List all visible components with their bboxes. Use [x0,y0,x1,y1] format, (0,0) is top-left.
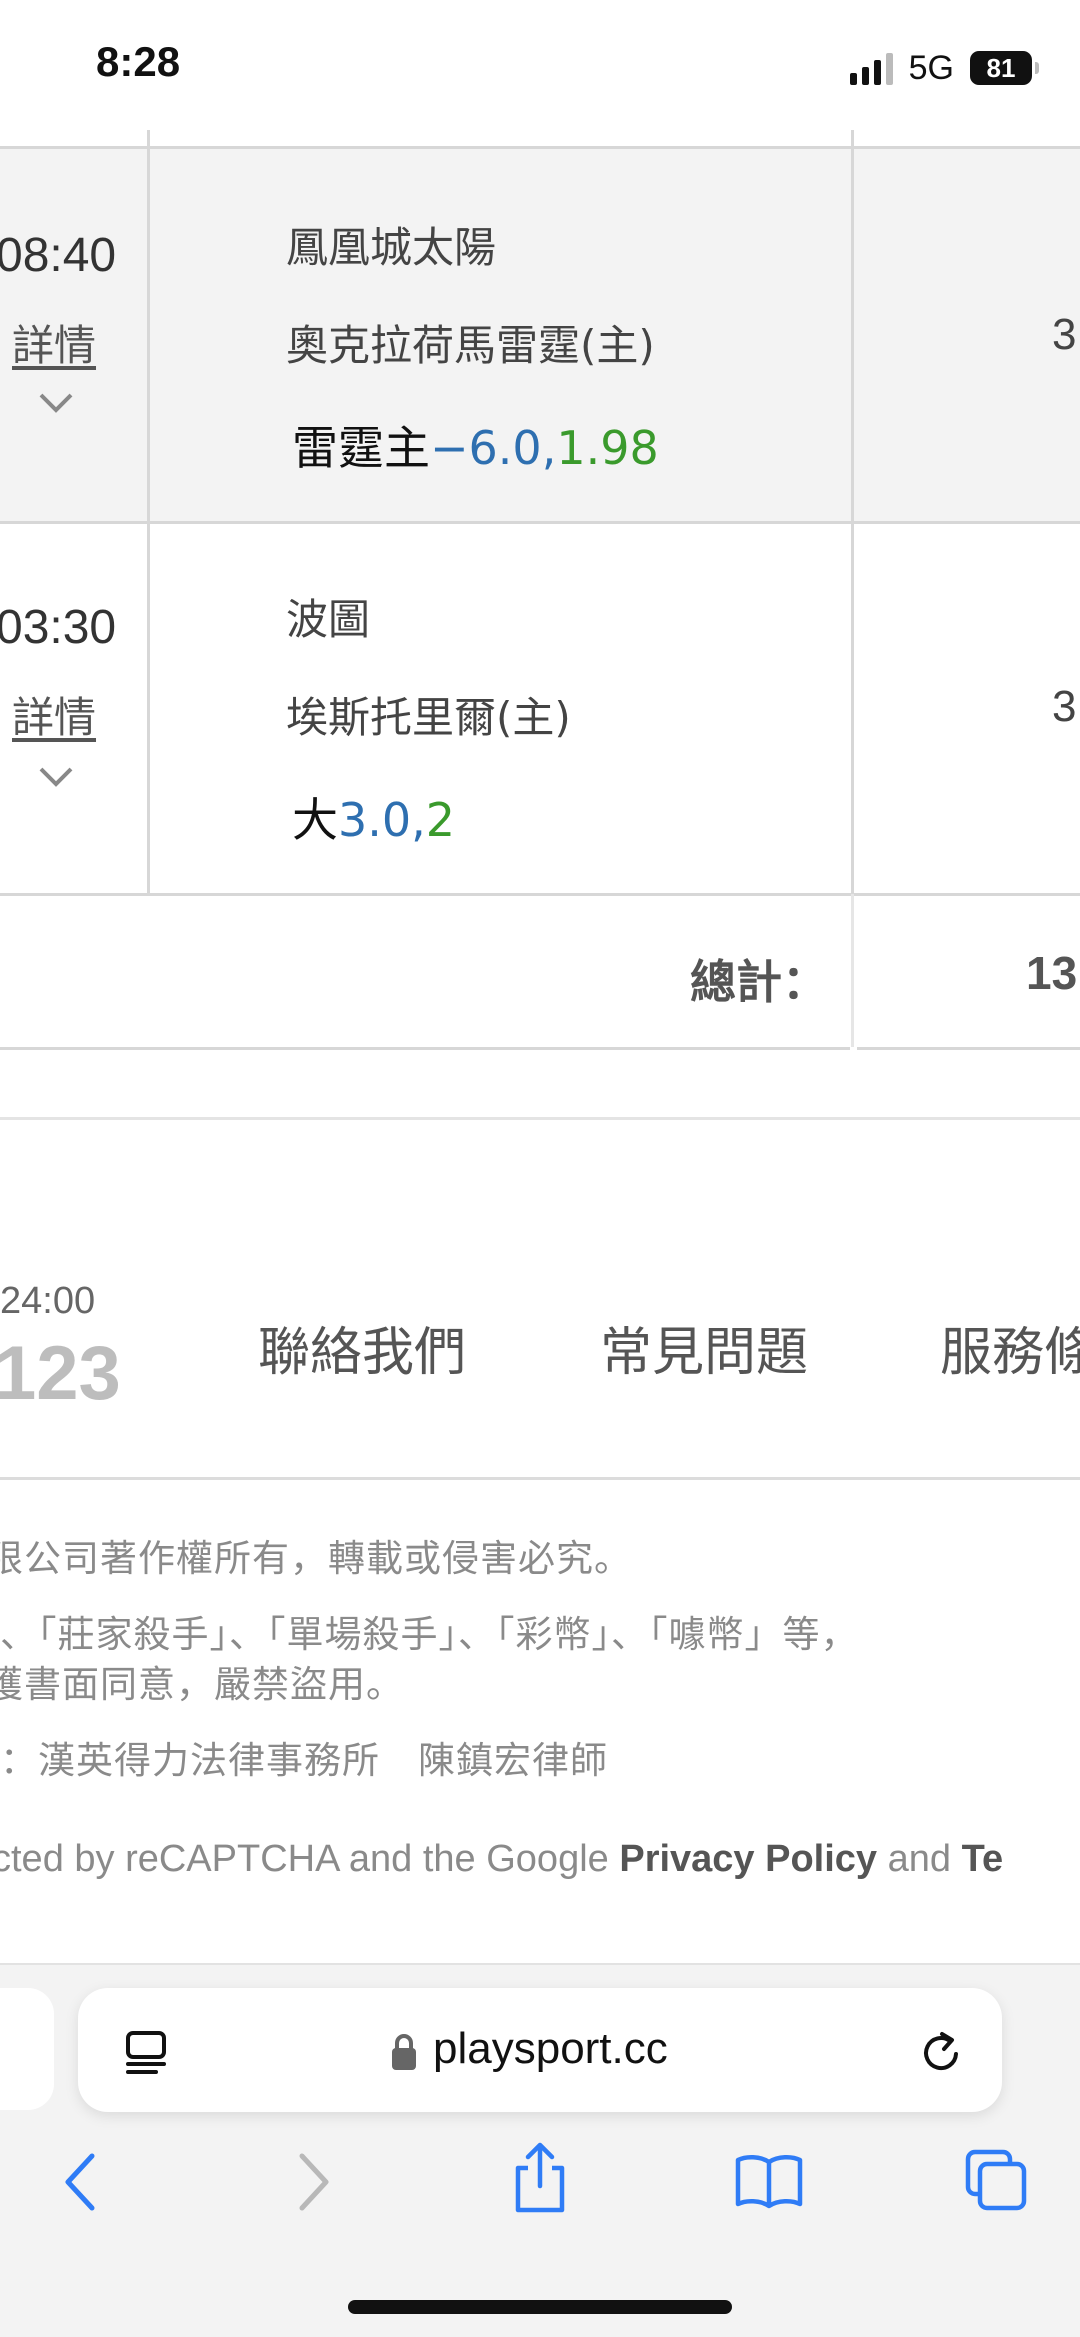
total-label: 總計： [690,955,828,1009]
tab-layout-icon[interactable] [124,2030,170,2076]
url-text[interactable]: playsport.cc [433,2024,668,2074]
divider [857,1047,1080,1050]
divider [0,1047,850,1050]
forward-icon[interactable] [294,2152,332,2212]
privacy-policy-link[interactable]: Privacy Policy [619,1838,877,1880]
pick-prefix: 雷霆主 [292,421,430,475]
pick-sep: , [541,421,557,475]
divider [0,1477,1080,1480]
lock-icon [392,2034,416,2070]
previous-tab-preview[interactable] [0,1988,54,2110]
chevron-down-icon[interactable] [38,392,74,414]
pick-value: 2 [425,793,456,847]
terms-link[interactable]: 服務條 [940,1310,1080,1385]
match-right-value: 3 [1052,682,1077,731]
service-hours: 24:00 [0,1280,96,1322]
divider [0,146,1080,149]
signal-icon [849,51,893,85]
recaptcha-text: cted by reCAPTCHA and the Google [0,1838,620,1880]
team-home: 奧克拉荷馬雷霆(主) [286,321,655,370]
legal-line: 獲書面同意，嚴禁盜用。 [0,1663,404,1706]
battery-level: 81 [986,52,1016,83]
pick-sep: , [411,793,426,847]
home-indicator[interactable] [348,2300,732,2314]
faq-link[interactable]: 常見問題 [600,1310,808,1385]
divider [0,1117,1080,1120]
legal-line: 、「莊家殺手」、「單場殺手」、「彩幣」、「噱幣」等， [0,1613,859,1656]
reload-icon[interactable] [918,2028,966,2078]
service-phone: 123 [0,1331,121,1416]
pick-line: 3.0 [338,793,412,847]
legal-line: ：漢英得力法律事務所 陳鎮宏律師 [0,1739,608,1782]
pick-odds: 雷霆主−6.0,1.98 [292,412,659,478]
detail-link[interactable]: 詳情 [12,684,96,745]
pick-odds: 大3.0,2 [292,784,455,850]
battery-icon: 81 [970,51,1039,85]
team-away: 鳳凰城太陽 [286,223,497,272]
network-type: 5G [908,48,954,87]
share-icon[interactable] [510,2142,570,2214]
terms-link-recaptcha[interactable]: Te [962,1838,1004,1880]
divider [0,521,1080,524]
tabs-icon[interactable] [964,2148,1028,2212]
divider [0,893,1080,896]
total-value: 13 [1026,947,1078,999]
recaptcha-notice: cted by reCAPTCHA and the Google Privacy… [0,1838,1003,1881]
pick-line: −6.0 [430,421,542,475]
team-away: 波圖 [286,595,371,644]
bookmarks-icon[interactable] [734,2152,804,2210]
legal-line: 限公司著作權所有，轉載或侵害必究。 [0,1537,632,1580]
pick-prefix: 大 [292,793,338,847]
divider [851,130,854,894]
divider [851,894,854,1047]
match-right-value: 3 [1052,310,1077,359]
match-time: 03:30 [0,601,117,654]
detail-link[interactable]: 詳情 [12,312,96,373]
match-time: 08:40 [0,229,117,282]
team-home: 埃斯托里爾(主) [286,693,571,742]
pick-value: 1.98 [556,421,659,475]
recaptcha-and: and [877,1838,962,1880]
chevron-down-icon[interactable] [38,766,74,788]
divider [147,130,150,894]
back-icon[interactable] [62,2152,100,2212]
status-time: 8:28 [96,38,181,85]
status-indicators: 5G 81 [849,48,1039,88]
contact-us-link[interactable]: 聯絡我們 [258,1310,466,1385]
